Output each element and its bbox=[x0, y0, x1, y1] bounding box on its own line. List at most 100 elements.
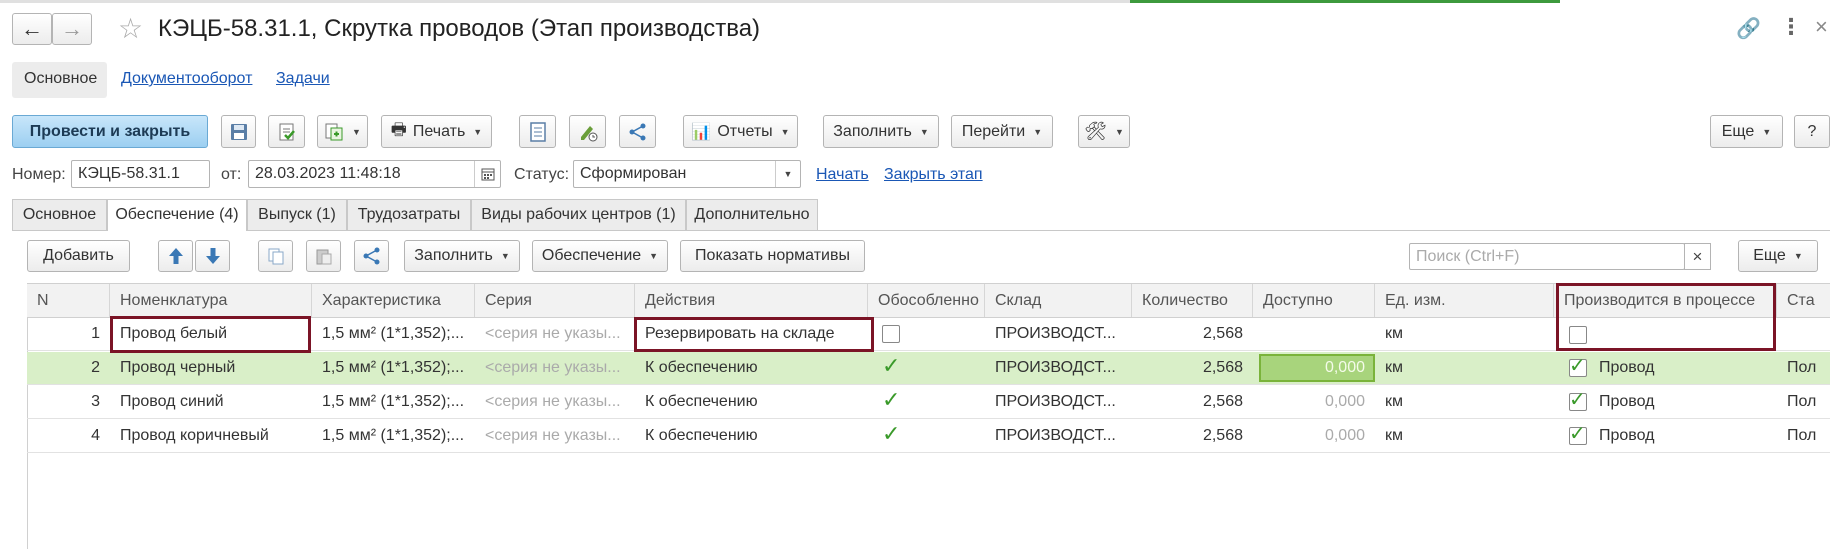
col-n[interactable]: N bbox=[27, 284, 110, 317]
row-series[interactable]: <серия не указы... bbox=[475, 352, 635, 384]
more-button[interactable]: Еще ▼ bbox=[1710, 115, 1783, 148]
table-row[interactable]: 1 Провод белый 1,5 мм² (1*1,352);... <се… bbox=[27, 318, 1830, 351]
show-norms-button[interactable]: Показать нормативы bbox=[680, 240, 865, 272]
table-fill-button[interactable]: Заполнить ▼ bbox=[404, 240, 520, 272]
row-item[interactable]: Провод синий bbox=[110, 386, 312, 418]
col-separate[interactable]: Обособленно bbox=[868, 284, 985, 317]
row-item[interactable]: Провод черный bbox=[110, 352, 312, 384]
row-unit[interactable]: км bbox=[1375, 352, 1554, 384]
forward-button[interactable]: → bbox=[52, 13, 92, 45]
tab-additional[interactable]: Дополнительно bbox=[686, 199, 818, 230]
section-tab-docflow[interactable]: Документооборот bbox=[121, 70, 252, 88]
fill-button[interactable]: Заполнить ▼ bbox=[823, 115, 939, 148]
create-based-on-button[interactable]: ▼ bbox=[317, 115, 368, 148]
table-row[interactable]: 3 Провод синий 1,5 мм² (1*1,352);... <се… bbox=[27, 386, 1830, 419]
col-item[interactable]: Номенклатура bbox=[110, 284, 312, 317]
table-row[interactable]: 4 Провод коричневый 1,5 мм² (1*1,352);..… bbox=[27, 420, 1830, 453]
row-quantity[interactable]: 2,568 bbox=[1132, 352, 1253, 384]
reports-button[interactable]: 📊 Отчеты ▼ bbox=[683, 115, 798, 148]
row-characteristic[interactable]: 1,5 мм² (1*1,352);... bbox=[312, 352, 475, 384]
table-structure-button[interactable] bbox=[354, 240, 389, 272]
row-characteristic[interactable]: 1,5 мм² (1*1,352);... bbox=[312, 386, 475, 418]
row-characteristic[interactable]: 1,5 мм² (1*1,352);... bbox=[312, 318, 475, 350]
table-row[interactable]: 2 Провод черный 1,5 мм² (1*1,352);... <с… bbox=[27, 352, 1830, 385]
journal-button[interactable] bbox=[519, 115, 556, 148]
more-vertical-icon[interactable]: ⋮ bbox=[1780, 14, 1802, 40]
col-unit[interactable]: Ед. изм. bbox=[1375, 284, 1554, 317]
start-link[interactable]: Начать bbox=[816, 166, 869, 184]
row-quantity[interactable]: 2,568 bbox=[1132, 386, 1253, 418]
col-in-process[interactable]: Производится в процессе bbox=[1554, 284, 1777, 317]
table-more-button[interactable]: Еще ▼ bbox=[1738, 240, 1818, 272]
row-series[interactable]: <серия не указы... bbox=[475, 420, 635, 452]
row-warehouse[interactable]: ПРОИЗВОДСТ... bbox=[985, 420, 1132, 452]
status-select[interactable]: Сформирован bbox=[573, 160, 801, 188]
row-item[interactable]: Провод коричневый bbox=[110, 420, 312, 452]
supply-button[interactable]: Обеспечение ▼ bbox=[532, 240, 668, 272]
copy-button[interactable] bbox=[258, 240, 293, 272]
row-characteristic[interactable]: 1,5 мм² (1*1,352);... bbox=[312, 420, 475, 452]
tools-icon: 🛠 bbox=[1084, 121, 1107, 141]
search-input[interactable]: Поиск (Ctrl+F) bbox=[1409, 243, 1685, 270]
move-up-button[interactable] bbox=[158, 240, 193, 272]
row-quantity[interactable]: 2,568 bbox=[1132, 420, 1253, 452]
row-action[interactable]: К обеспечению bbox=[635, 386, 868, 418]
move-down-button[interactable] bbox=[195, 240, 230, 272]
clear-search-icon[interactable]: × bbox=[1684, 243, 1711, 270]
status-label: Статус: bbox=[514, 166, 570, 183]
tools-button[interactable]: 🛠 ▼ bbox=[1078, 115, 1130, 148]
date-field[interactable]: 28.03.2023 11:48:18 bbox=[248, 160, 501, 188]
row-unit[interactable]: км bbox=[1375, 318, 1554, 350]
col-available[interactable]: Доступно bbox=[1253, 284, 1375, 317]
add-button[interactable]: Добавить bbox=[27, 240, 130, 272]
separate-checkbox[interactable] bbox=[882, 325, 900, 343]
print-button[interactable]: 🖶 Печать ▼ bbox=[381, 115, 492, 148]
structure-button[interactable] bbox=[619, 115, 656, 148]
separate-checkmark-icon[interactable]: ✓ bbox=[882, 389, 900, 411]
edit-history-button[interactable] bbox=[569, 115, 606, 148]
section-tab-main[interactable]: Основное bbox=[24, 70, 97, 88]
close-icon[interactable]: × bbox=[1815, 14, 1828, 40]
section-tab-tasks[interactable]: Задачи bbox=[276, 70, 330, 88]
tab-output[interactable]: Выпуск (1) bbox=[247, 199, 347, 230]
number-field[interactable]: КЭЦБ-58.31.1 bbox=[71, 160, 210, 188]
back-button[interactable]: ← bbox=[12, 13, 52, 45]
goto-button[interactable]: Перейти ▼ bbox=[951, 115, 1053, 148]
post-button[interactable] bbox=[268, 115, 305, 148]
tab-main[interactable]: Основное bbox=[12, 199, 107, 230]
col-series[interactable]: Серия bbox=[475, 284, 635, 317]
col-status[interactable]: Ста bbox=[1777, 284, 1830, 317]
row-number: 4 bbox=[91, 427, 100, 444]
tab-labor[interactable]: Трудозатраты bbox=[347, 199, 471, 230]
col-warehouse[interactable]: Склад bbox=[985, 284, 1132, 317]
row-action[interactable]: К обеспечению bbox=[635, 352, 868, 384]
row-warehouse[interactable]: ПРОИЗВОДСТ... bbox=[985, 386, 1132, 418]
separate-checkmark-icon[interactable]: ✓ bbox=[882, 355, 900, 377]
row-unit[interactable]: км bbox=[1375, 386, 1554, 418]
paste-button[interactable] bbox=[306, 240, 341, 272]
col-quantity[interactable]: Количество bbox=[1132, 284, 1253, 317]
separate-checkmark-icon[interactable]: ✓ bbox=[882, 423, 900, 445]
row-quantity[interactable]: 2,568 bbox=[1132, 318, 1253, 350]
col-actions[interactable]: Действия bbox=[635, 284, 868, 317]
link-icon[interactable]: 🔗 bbox=[1736, 16, 1761, 41]
row-unit[interactable]: км bbox=[1375, 420, 1554, 452]
post-and-close-button[interactable]: Провести и закрыть bbox=[12, 115, 208, 148]
help-button[interactable]: ? bbox=[1794, 115, 1830, 148]
row-series[interactable]: <серия не указы... bbox=[475, 386, 635, 418]
row-series[interactable]: <серия не указы... bbox=[475, 318, 635, 350]
tab-work-centers[interactable]: Виды рабочих центров (1) bbox=[471, 199, 686, 230]
star-icon[interactable]: ☆ bbox=[118, 14, 143, 44]
calendar-button[interactable] bbox=[474, 161, 500, 187]
status-dropdown-icon[interactable]: ▼ bbox=[775, 161, 800, 187]
row-item[interactable]: Провод белый bbox=[110, 318, 312, 350]
close-stage-link[interactable]: Закрыть этап bbox=[884, 166, 983, 184]
col-characteristic[interactable]: Характеристика bbox=[312, 284, 475, 317]
save-button[interactable] bbox=[221, 115, 256, 148]
row-action[interactable]: К обеспечению bbox=[635, 420, 868, 452]
row-warehouse[interactable]: ПРОИЗВОДСТ... bbox=[985, 318, 1132, 350]
in-process-checkbox[interactable] bbox=[1569, 326, 1587, 344]
row-action[interactable]: Резервировать на складе bbox=[635, 318, 868, 350]
row-warehouse[interactable]: ПРОИЗВОДСТ... bbox=[985, 352, 1132, 384]
tab-supply[interactable]: Обеспечение (4) bbox=[107, 199, 247, 231]
